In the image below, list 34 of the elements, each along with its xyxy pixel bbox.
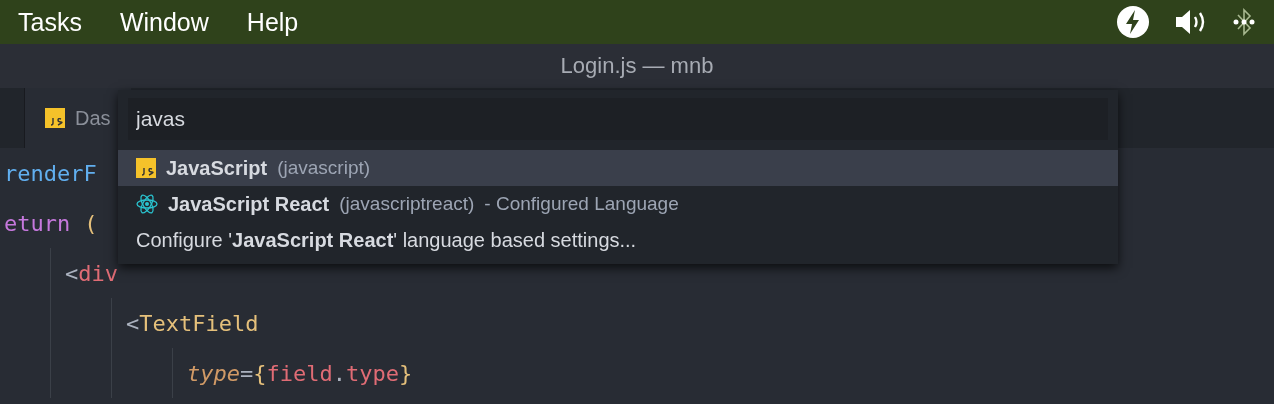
language-note: - Configured Language [484,193,679,215]
window-title: Login.js — mnb [560,53,714,79]
code-token: TextField [139,310,259,336]
language-name: JavaScript [166,156,268,180]
list-item[interactable]: Configure 'JavaScript React' language based settings... [118,222,1118,258]
code-token: ( [84,210,98,236]
code-token: . [332,360,346,386]
menu-item[interactable]: Tasks [18,7,82,37]
code-token: field [266,360,333,386]
list-item[interactable]: JavaScript (javascript) [118,150,1118,186]
js-file-icon [136,158,156,178]
action-label: Configure 'JavaScript React' language based settings... [136,228,637,252]
code-token: = [240,360,254,386]
code-token: } [398,360,413,386]
menu-item[interactable]: Help [246,7,299,37]
code-token: { [253,360,267,386]
code-token: < [126,310,140,336]
code-token: div [78,260,118,286]
menu-item[interactable]: Window [119,7,209,37]
code-token: renderF [4,160,97,186]
code-token: eturn [4,210,71,236]
bluetooth-icon[interactable] [1232,7,1256,37]
list-item[interactable]: JavaScript React (javascriptreact) - Configured Language [118,186,1118,222]
code-token: type [345,360,399,386]
search-field[interactable]: javas [128,98,1108,140]
atom-icon [136,193,158,215]
tab-label: Das [75,106,111,130]
js-file-icon [45,108,65,128]
language-id: (javascriptreact) [339,193,475,215]
lightning-icon[interactable] [1116,5,1150,39]
language-name: JavaScript React [168,192,330,216]
code-token: < [65,260,79,286]
code-token: type [187,360,240,386]
language-id: (javascript) [277,157,371,179]
